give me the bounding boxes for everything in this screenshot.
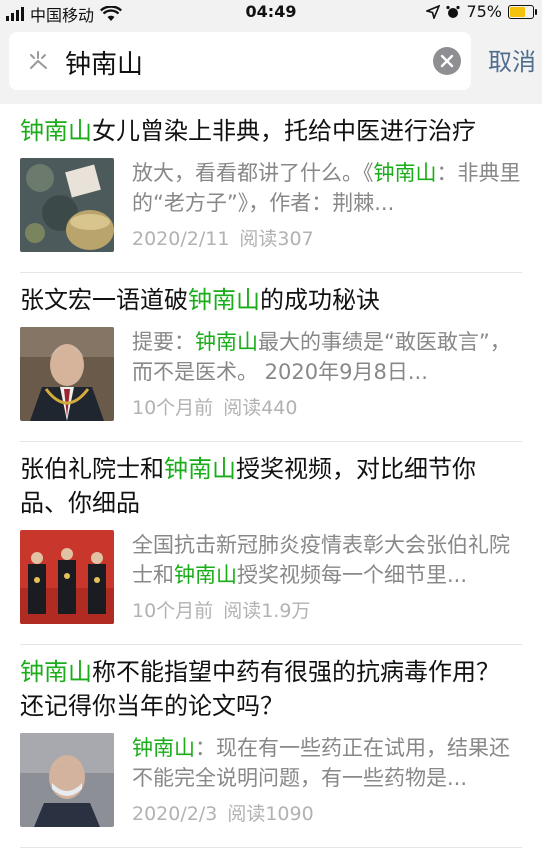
result-date: 2020/2/3 (132, 803, 218, 825)
search-header: 钟南山 取消 (0, 26, 542, 104)
search-query[interactable]: 钟南山 (65, 44, 143, 81)
result-meta: 10个月前 阅读1.9万 (132, 596, 522, 623)
snippet-highlight: 钟南山 (174, 563, 237, 587)
snippet-highlight: 钟南山 (132, 736, 195, 760)
result-item[interactable]: 钟南山称不能指望中药有很强的抗病毒作用？还记得你当年的论文吗？ 钟南山：现在有一… (20, 645, 522, 848)
title-highlight: 钟南山 (20, 117, 92, 145)
result-meta: 10个月前 阅读440 (132, 393, 522, 420)
title-text: 的成功秘诀 (260, 286, 380, 314)
battery-percent: 75% (466, 2, 502, 21)
result-read-count: 阅读1.9万 (223, 600, 311, 622)
battery-fill (510, 6, 525, 17)
result-snippet: 提要：钟南山最大的事绩是“敢医敢言”，而不是医术。 2020年9月8日... (132, 327, 522, 387)
result-item[interactable]: 钟南山女儿曾染上非典，托给中医进行治疗 放大，看看都讲了什么。《钟南山：非典里的… (20, 104, 522, 273)
search-input[interactable]: 钟南山 (9, 32, 471, 90)
clear-search-icon[interactable] (433, 47, 461, 75)
snippet-highlight: 钟南山 (195, 330, 258, 354)
title-text: 女儿曾染上非典，托给中医进行治疗 (92, 117, 476, 145)
location-arrow-icon (426, 4, 441, 19)
result-item[interactable]: 张伯礼院士和钟南山授奖视频，对比细节你品、你细品 全国抗击新冠肺炎疫情表彰大会张… (20, 442, 522, 645)
result-snippet: 全国抗击新冠肺炎疫情表彰大会张伯礼院士和钟南山授奖视频每一个细节里... (132, 530, 522, 590)
search-logo-icon (30, 51, 47, 69)
result-thumbnail[interactable] (20, 530, 114, 624)
result-item[interactable]: 张文宏一语道破钟南山的成功秘诀 提要：钟南山最大的事绩是“敢医敢言”，而不是医术… (20, 273, 522, 442)
result-date: 10个月前 (132, 397, 214, 419)
result-meta: 2020/2/11 阅读307 (132, 224, 522, 251)
title-text: 张文宏一语道破 (20, 286, 188, 314)
cancel-button[interactable]: 取消 (488, 42, 536, 77)
snippet-text: 提要： (132, 330, 195, 354)
snippet-highlight: 钟南山 (373, 161, 437, 185)
result-thumbnail[interactable] (20, 327, 114, 421)
snippet-text: 放大，看看都讲了什么。《 (132, 161, 374, 185)
result-read-count: 阅读1090 (227, 803, 314, 825)
result-snippet: 放大，看看都讲了什么。《钟南山：非典里的“老方子”》，作者：荆棘... (132, 158, 522, 218)
result-date: 10个月前 (132, 600, 214, 622)
status-bar: 中国移动 04:49 75% (0, 0, 542, 26)
result-title[interactable]: 张文宏一语道破钟南山的成功秘诀 (20, 273, 522, 317)
result-read-count: 阅读307 (239, 228, 314, 250)
result-title[interactable]: 钟南山女儿曾染上非典，托给中医进行治疗 (20, 104, 522, 148)
snippet-text: 授奖视频每一个细节里... (237, 563, 468, 587)
result-thumbnail[interactable] (20, 158, 114, 252)
alarm-clock-icon (446, 5, 461, 18)
search-results-list: 钟南山女儿曾染上非典，托给中医进行治疗 放大，看看都讲了什么。《钟南山：非典里的… (0, 104, 542, 848)
result-title[interactable]: 张伯礼院士和钟南山授奖视频，对比细节你品、你细品 (20, 442, 522, 520)
title-highlight: 钟南山 (20, 658, 92, 686)
result-thumbnail[interactable] (20, 733, 114, 827)
title-highlight: 钟南山 (188, 286, 260, 314)
result-title[interactable]: 钟南山称不能指望中药有很强的抗病毒作用？还记得你当年的论文吗？ (20, 645, 522, 723)
title-text: 张伯礼院士和 (20, 455, 164, 483)
title-highlight: 钟南山 (164, 455, 236, 483)
result-date: 2020/2/11 (132, 228, 230, 250)
result-meta: 2020/2/3 阅读1090 (132, 799, 522, 826)
battery-icon (508, 4, 537, 19)
title-text: 称不能指望中药有很强的抗病毒作用？还记得你当年的论文吗？ (20, 658, 500, 720)
result-read-count: 阅读440 (223, 397, 298, 419)
result-snippet: 钟南山：现在有一些药正在试用，结果还不能完全说明问题，有一些药物是... (132, 733, 522, 793)
